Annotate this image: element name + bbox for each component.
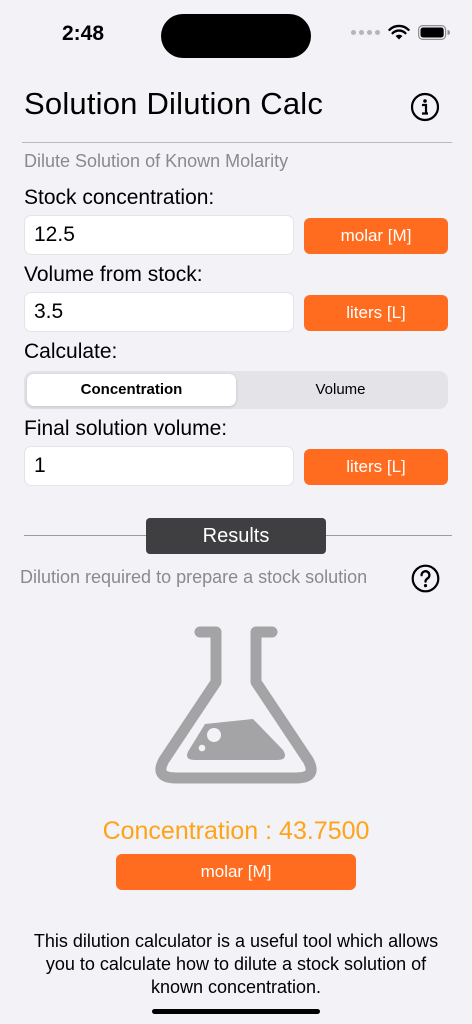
status-icons bbox=[351, 24, 450, 40]
segment-volume[interactable]: Volume bbox=[236, 374, 445, 406]
stock-concentration-unit-button[interactable]: molar [M] bbox=[304, 218, 448, 254]
status-time: 2:48 bbox=[62, 22, 105, 45]
results-header: Results bbox=[146, 518, 326, 554]
result-value: Concentration : 43.7500 bbox=[102, 817, 370, 845]
calculate-segmented-control: Concentration Volume bbox=[24, 371, 448, 409]
wifi-icon bbox=[388, 24, 410, 40]
results-subtitle: Dilution required to prepare a stock sol… bbox=[20, 567, 368, 587]
info-icon[interactable] bbox=[410, 92, 440, 122]
help-icon[interactable] bbox=[411, 564, 440, 593]
flask-icon bbox=[155, 626, 317, 784]
stock-concentration-label: Stock concentration: bbox=[24, 186, 215, 209]
header-divider bbox=[22, 142, 452, 143]
calculate-label: Calculate: bbox=[24, 340, 118, 363]
section-title: Dilute Solution of Known Molarity bbox=[24, 151, 289, 171]
result-unit-button[interactable]: molar [M] bbox=[116, 854, 356, 890]
app-screen: 2:48 Solution Dilution Calc Dilute Solut… bbox=[0, 0, 472, 1024]
battery-icon bbox=[418, 24, 450, 40]
segment-concentration[interactable]: Concentration bbox=[27, 374, 236, 406]
final-volume-unit-button[interactable]: liters [L] bbox=[304, 449, 448, 485]
page-title: Solution Dilution Calc bbox=[24, 86, 324, 121]
final-volume-input[interactable] bbox=[24, 446, 294, 486]
final-volume-label: Final solution volume: bbox=[24, 417, 228, 440]
signal-icon bbox=[351, 29, 380, 35]
footer-description: This dilution calculator is a useful too… bbox=[33, 931, 439, 997]
home-indicator[interactable] bbox=[152, 1009, 320, 1014]
volume-from-stock-input[interactable] bbox=[24, 292, 294, 332]
stock-concentration-input[interactable] bbox=[24, 215, 294, 255]
volume-from-stock-label: Volume from stock: bbox=[24, 263, 203, 286]
volume-from-stock-unit-button[interactable]: liters [L] bbox=[304, 295, 448, 331]
dynamic-island bbox=[161, 14, 311, 58]
